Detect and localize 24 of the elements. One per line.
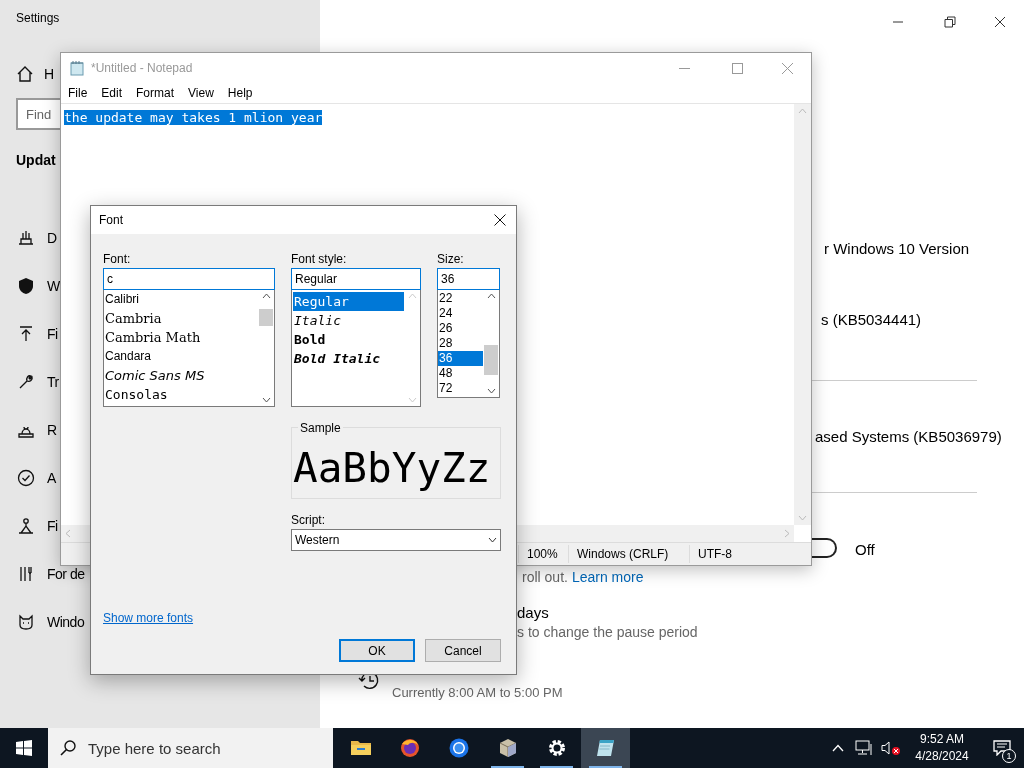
dialog-title: Font xyxy=(99,212,123,229)
notification-count: 1 xyxy=(1002,749,1016,763)
status-text: 100% xyxy=(518,545,568,563)
window-title: Settings xyxy=(16,10,61,26)
status-text: UTF-8 xyxy=(689,545,811,563)
time-text: 9:52 AM xyxy=(920,731,964,748)
date-text: 4/28/2024 xyxy=(915,748,969,765)
status-text: Windows (CRLF) xyxy=(568,545,689,563)
pause-hint: s to change the pause period xyxy=(517,623,698,642)
toggle-label: Off xyxy=(855,540,875,560)
field-label: Font: xyxy=(103,251,132,268)
field-label: Font style: xyxy=(291,251,348,268)
update-title: ased Systems (KB5036979) xyxy=(815,427,1002,447)
field-label: Size: xyxy=(437,251,465,268)
pause-title: days xyxy=(517,603,549,623)
section-heading: Updat xyxy=(16,151,56,170)
update-title: s (KB5034441) xyxy=(821,310,922,330)
window-title: *Untitled - Notepad xyxy=(91,60,193,77)
sample-text: AaBbYyZz xyxy=(293,446,491,490)
description-text: roll out. xyxy=(522,568,568,587)
field-label: Script: xyxy=(291,512,326,529)
update-title: r Windows 10 Version xyxy=(824,239,970,259)
selected-text: the update may takes 1 mlion year xyxy=(64,110,323,125)
active-hours-text: Currently 8:00 AM to 5:00 PM xyxy=(392,684,563,702)
